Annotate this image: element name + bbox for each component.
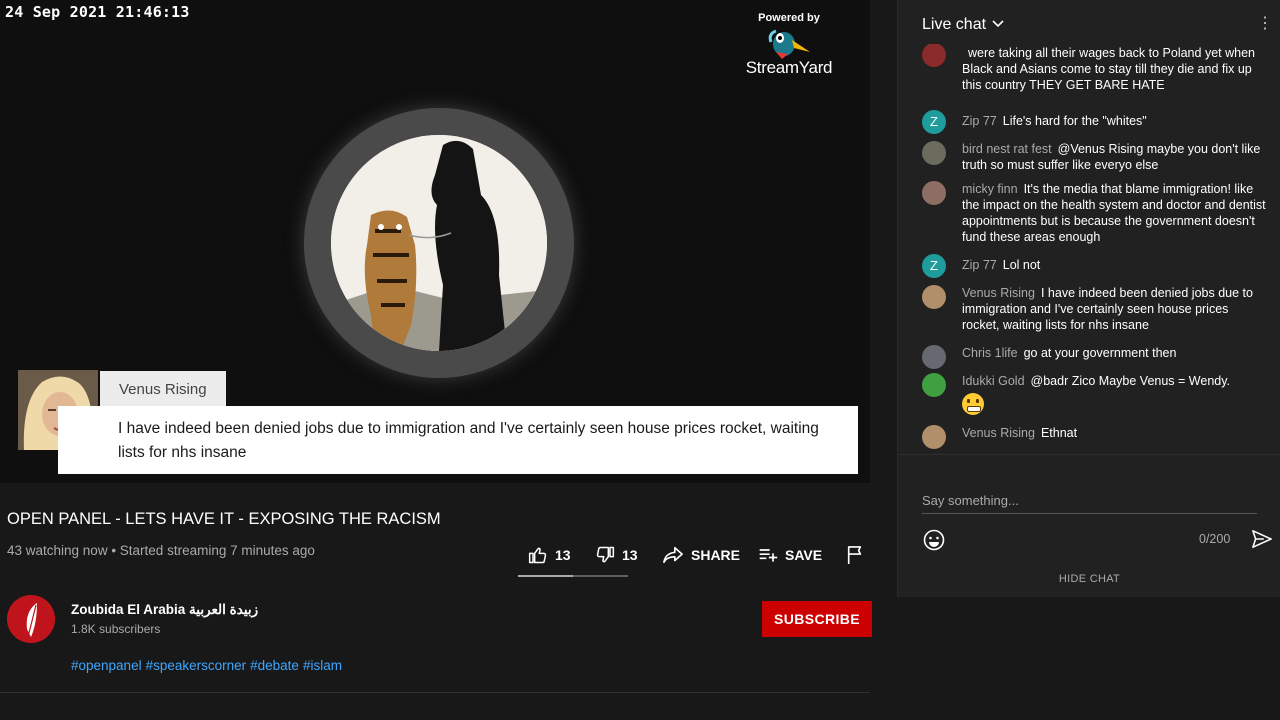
hashtag-link[interactable]: #openpanel	[71, 658, 142, 673]
chat-text: @badr Zico Maybe Venus = Wendy.	[1030, 374, 1231, 388]
chat-text: Lol not	[1002, 258, 1041, 272]
chat-message: bird nest rat fest @Venus Rising maybe yo…	[922, 141, 1267, 173]
chat-message-body: Zip 77 Lol not	[962, 257, 1267, 273]
like-ratio-fill	[518, 575, 573, 577]
send-icon[interactable]	[1251, 529, 1273, 549]
chat-avatar: Z	[922, 254, 946, 278]
chat-input-area: 0/200 HIDE CHAT	[898, 454, 1280, 597]
like-count: 13	[555, 547, 571, 563]
chat-text: were taking all their wages back to Pola…	[962, 46, 1255, 92]
chat-message: were taking all their wages back to Pola…	[922, 44, 1267, 93]
chat-author: Venus Rising	[962, 286, 1035, 300]
chat-author: Idukki Gold	[962, 374, 1025, 388]
caption-text: I have indeed been denied jobs due to im…	[58, 406, 858, 474]
chat-message-body: Idukki Gold @badr Zico Maybe Venus = Wend…	[962, 373, 1267, 415]
chat-author: bird nest rat fest	[962, 142, 1052, 156]
character-counter: 0/200	[1199, 532, 1231, 546]
chat-message-body: were taking all their wages back to Pola…	[962, 45, 1267, 93]
divider	[0, 692, 870, 693]
hide-chat-button[interactable]: HIDE CHAT	[898, 573, 1280, 585]
thumbs-down-icon	[596, 546, 615, 563]
report-button[interactable]	[846, 545, 864, 565]
streamyard-wordmark: StreamYard	[745, 58, 833, 77]
chat-input-underline	[922, 513, 1257, 514]
hashtag-link[interactable]: #debate	[250, 658, 299, 673]
hashtag-list: #openpanel #speakerscorner #debate #islam	[71, 658, 346, 673]
chat-avatar	[922, 141, 946, 165]
chat-author: Chris 1life	[962, 346, 1018, 360]
chat-message: Z Zip 77 Life's hard for the "whites"	[922, 110, 1267, 134]
chat-message: Venus Rising I have indeed been denied jo…	[922, 285, 1267, 333]
chat-author: Zip 77	[962, 114, 997, 128]
powered-by-label: Powered by	[758, 12, 820, 24]
subscribe-button[interactable]: SUBSCRIBE	[762, 601, 872, 637]
chat-avatar	[922, 44, 946, 67]
timestamp-overlay: 24 Sep 2021 21:46:13	[5, 3, 190, 21]
video-meta: 43 watching now • Started streaming 7 mi…	[7, 543, 315, 558]
hashtag-link[interactable]: #islam	[303, 658, 342, 673]
feather-logo-icon	[7, 595, 55, 643]
chat-message-body: micky finn It's the media that blame immi…	[962, 181, 1267, 245]
chat-author: Venus Rising	[962, 426, 1035, 440]
flag-icon	[847, 546, 862, 564]
chevron-down-icon[interactable]	[991, 18, 1005, 30]
video-title: OPEN PANEL - LETS HAVE IT - EXPOSING THE…	[7, 510, 441, 528]
save-label: SAVE	[785, 547, 823, 563]
more-options-icon[interactable]: ⋮	[1257, 16, 1273, 32]
share-label: SHARE	[691, 547, 741, 563]
chat-message-body: Venus Rising I have indeed been denied jo…	[962, 285, 1267, 333]
video-player[interactable]: 24 Sep 2021 21:46:13 Powered by StreamYa…	[0, 0, 870, 483]
chat-message: Chris 1life go at your government then	[922, 345, 1267, 369]
chat-author: Zip 77	[962, 258, 997, 272]
chat-message: Z Zip 77 Lol not	[922, 254, 1267, 278]
chat-header: Live chat ⋮	[898, 0, 1280, 48]
thumbs-up-icon	[528, 547, 547, 564]
share-icon	[663, 546, 683, 564]
like-button[interactable]: 13	[528, 545, 571, 565]
chat-text: go at your government then	[1023, 346, 1177, 360]
grimace-emoji-icon	[962, 393, 984, 415]
chat-messages[interactable]: were taking all their wages back to Pola…	[898, 44, 1280, 454]
hashtag-link[interactable]: #speakerscorner	[146, 658, 247, 673]
chat-text: Ethnat	[1040, 426, 1078, 440]
chat-input[interactable]	[922, 493, 1257, 513]
save-button[interactable]: SAVE	[758, 545, 822, 565]
emoji-picker-icon[interactable]	[922, 528, 946, 552]
chat-message: micky finn It's the media that blame immi…	[922, 181, 1267, 245]
like-dislike-bar	[518, 575, 628, 577]
chat-avatar	[922, 373, 946, 397]
chat-message-body: Chris 1life go at your government then	[962, 345, 1267, 361]
chat-avatar: Z	[922, 110, 946, 134]
subscriber-count: 1.8K subscribers	[71, 622, 161, 636]
woman-with-tiger-image	[331, 135, 547, 351]
chat-avatar	[922, 425, 946, 449]
chat-avatar	[922, 285, 946, 309]
chat-text: Life's hard for the "whites"	[1002, 114, 1147, 128]
dislike-count: 13	[622, 547, 638, 563]
chat-avatar	[922, 181, 946, 205]
speaker-avatar	[331, 135, 547, 351]
chat-message-body: bird nest rat fest @Venus Rising maybe yo…	[962, 141, 1267, 173]
chat-mode-dropdown[interactable]: Live chat	[922, 16, 986, 34]
speaker-avatar-ring	[304, 108, 574, 378]
streamyard-logo: Powered by StreamYard	[734, 12, 844, 78]
channel-name[interactable]: Zoubida El Arabia زبيدة العربية	[71, 602, 258, 618]
channel-avatar[interactable]	[7, 595, 55, 643]
dislike-button[interactable]: 13	[595, 545, 638, 565]
chat-message-body: Zip 77 Life's hard for the "whites"	[962, 113, 1267, 129]
chat-message: Idukki Gold @badr Zico Maybe Venus = Wend…	[922, 373, 1267, 415]
playlist-add-icon	[759, 549, 778, 562]
chat-author: micky finn	[962, 182, 1018, 196]
live-chat-panel: Live chat ⋮ were taking all their wages …	[897, 0, 1280, 597]
chat-message-body: Venus Rising Ethnat	[962, 425, 1267, 441]
share-button[interactable]: SHARE	[662, 545, 740, 565]
caption-author: Venus Rising	[100, 371, 226, 406]
chat-message: Venus Rising Ethnat	[922, 425, 1267, 449]
chat-avatar	[922, 345, 946, 369]
streamyard-bird-icon	[768, 29, 810, 59]
